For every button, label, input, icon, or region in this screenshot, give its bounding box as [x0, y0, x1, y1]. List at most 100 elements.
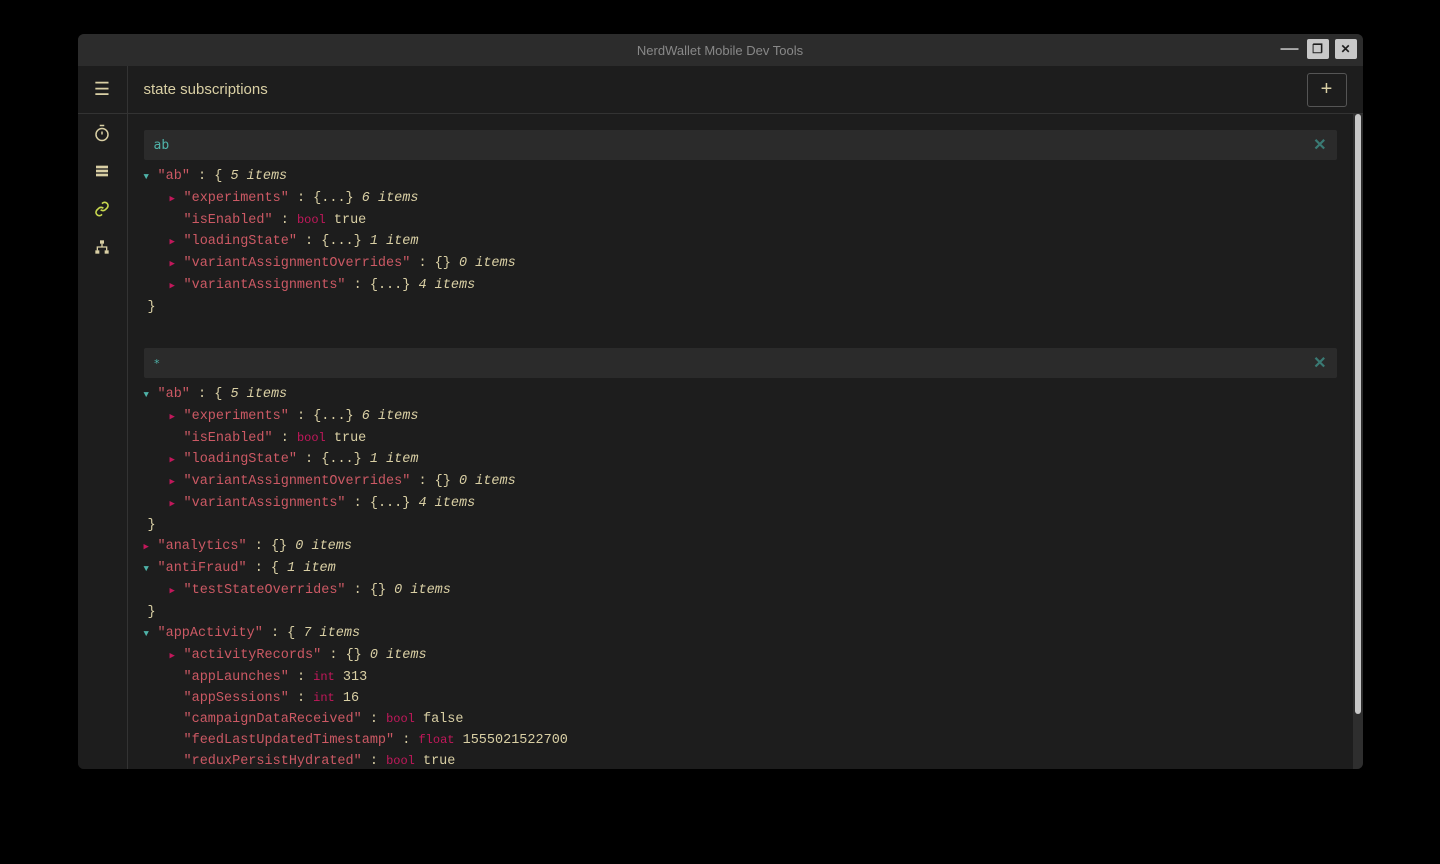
type-label: bool: [297, 431, 326, 445]
type-label: int: [313, 691, 335, 705]
caret-right-icon[interactable]: [144, 536, 158, 558]
tree-row[interactable]: "appLaunches" : int 313: [144, 667, 1337, 688]
close-icon[interactable]: ✕: [1313, 135, 1326, 155]
filter-bar: * ✕: [144, 348, 1337, 378]
key: "loadingState": [184, 452, 297, 467]
close-brace: }: [144, 602, 1337, 623]
key: "variantAssignmentOverrides": [184, 474, 411, 489]
caret-right-icon[interactable]: [170, 188, 184, 210]
link-icon[interactable]: [78, 190, 128, 228]
subscription-section: * ✕ "ab" : { 5 items"experiments" : {...…: [144, 348, 1337, 769]
scroll-area[interactable]: ab ✕ "ab" : { 5 items "experiments" : {.…: [128, 114, 1353, 769]
key: "feedLastUpdatedTimestamp": [184, 733, 395, 748]
caret-right-icon[interactable]: [170, 231, 184, 253]
filter-input[interactable]: ab: [154, 138, 170, 153]
subscription-section: ab ✕ "ab" : { 5 items "experiments" : {.…: [144, 130, 1337, 318]
item-count: 0 items: [459, 474, 516, 489]
key: "variantAssignmentOverrides": [184, 256, 411, 271]
collapsed-obj: {...}: [313, 409, 354, 424]
tree-row[interactable]: "variantAssignments" : {...} 4 items: [144, 275, 1337, 297]
item-count: 0 items: [459, 256, 516, 271]
value: true: [423, 754, 455, 769]
value: 16: [343, 691, 359, 706]
item-count: 6 items: [362, 409, 419, 424]
tree-row[interactable]: "reduxPersistHydrated" : bool true: [144, 751, 1337, 769]
caret-down-icon[interactable]: [144, 558, 158, 580]
collapsed-obj: {}: [435, 256, 451, 271]
caret-down-icon[interactable]: [144, 384, 158, 406]
content-area: ab ✕ "ab" : { 5 items "experiments" : {.…: [128, 114, 1363, 769]
caret-right-icon[interactable]: [170, 275, 184, 297]
caret-right-icon[interactable]: [170, 580, 184, 602]
value: false: [423, 712, 464, 727]
sitemap-icon[interactable]: [78, 228, 128, 266]
caret-right-icon[interactable]: [170, 645, 184, 667]
collapsed-obj: {}: [370, 583, 386, 598]
item-count: 1 item: [370, 234, 419, 249]
caret-right-icon[interactable]: [170, 406, 184, 428]
scrollbar-thumb[interactable]: [1355, 114, 1361, 714]
caret-down-icon[interactable]: [144, 166, 158, 188]
tree-root[interactable]: "ab" : { 5 items: [144, 384, 1337, 406]
tree-root[interactable]: "antiFraud" : { 1 item: [144, 558, 1337, 580]
key: "isEnabled": [184, 213, 273, 228]
menu-icon[interactable]: ☰: [78, 66, 128, 114]
item-count: 6 items: [362, 191, 419, 206]
tree-row[interactable]: "loadingState" : {...} 1 item: [144, 449, 1337, 471]
value: true: [334, 213, 366, 228]
key: "appLaunches": [184, 670, 289, 685]
tree-row[interactable]: "testStateOverrides" : {} 0 items: [144, 580, 1337, 602]
close-brace: }: [144, 515, 1337, 536]
minimize-button[interactable]: —: [1279, 39, 1301, 59]
close-window-button[interactable]: ✕: [1335, 39, 1357, 59]
collapsed-obj: {...}: [321, 234, 362, 249]
tree-row[interactable]: "feedLastUpdatedTimestamp" : float 15550…: [144, 730, 1337, 751]
caret-down-icon[interactable]: [144, 623, 158, 645]
caret-right-icon[interactable]: [170, 449, 184, 471]
tree-row[interactable]: "isEnabled" : bool true: [144, 428, 1337, 449]
stopwatch-icon[interactable]: [78, 114, 128, 152]
tree-row[interactable]: "variantAssignmentOverrides" : {} 0 item…: [144, 471, 1337, 493]
list-icon[interactable]: [78, 152, 128, 190]
tree-row[interactable]: "experiments" : {...} 6 items: [144, 406, 1337, 428]
tree-root[interactable]: "ab" : { 5 items: [144, 166, 1337, 188]
item-count: 5 items: [230, 387, 287, 402]
collapsed-obj: {...}: [321, 452, 362, 467]
tree-row[interactable]: "experiments" : {...} 6 items: [144, 188, 1337, 210]
collapsed-obj: {...}: [370, 496, 411, 511]
tree-row[interactable]: "activityRecords" : {} 0 items: [144, 645, 1337, 667]
collapsed-obj: {}: [271, 539, 287, 554]
scrollbar[interactable]: [1353, 114, 1363, 769]
app-body: ☰ state subscriptions +: [78, 66, 1363, 769]
tree-row[interactable]: "loadingState" : {...} 1 item: [144, 231, 1337, 253]
filter-input[interactable]: *: [154, 357, 161, 370]
item-count: 0 items: [394, 583, 451, 598]
tree-row[interactable]: "campaignDataReceived" : bool false: [144, 709, 1337, 730]
collapsed-obj: {...}: [313, 191, 354, 206]
collapsed-obj: {}: [346, 648, 362, 663]
caret-right-icon[interactable]: [170, 471, 184, 493]
item-count: 1 item: [370, 452, 419, 467]
tree-row[interactable]: "variantAssignments" : {...} 4 items: [144, 493, 1337, 515]
tree-row[interactable]: "variantAssignmentOverrides" : {} 0 item…: [144, 253, 1337, 275]
close-brace: }: [144, 297, 1337, 318]
maximize-button[interactable]: ❐: [1307, 39, 1329, 59]
json-tree: "ab" : { 5 items "experiments" : {...} 6…: [144, 166, 1337, 318]
key: "loadingState": [184, 234, 297, 249]
key: "appActivity": [158, 626, 263, 641]
add-button[interactable]: +: [1307, 73, 1347, 107]
tree-root[interactable]: "analytics" : {} 0 items: [144, 536, 1337, 558]
value: true: [334, 431, 366, 446]
item-count: 0 items: [295, 539, 352, 554]
key: "antiFraud": [158, 561, 247, 576]
tree-row[interactable]: "isEnabled" : bool true: [144, 210, 1337, 231]
collapsed-obj: {}: [435, 474, 451, 489]
close-icon[interactable]: ✕: [1313, 353, 1326, 373]
page-title: state subscriptions: [144, 81, 268, 98]
caret-right-icon[interactable]: [170, 493, 184, 515]
header: state subscriptions +: [128, 66, 1363, 114]
caret-right-icon[interactable]: [170, 253, 184, 275]
tree-row[interactable]: "appSessions" : int 16: [144, 688, 1337, 709]
tree-root[interactable]: "appActivity" : { 7 items: [144, 623, 1337, 645]
key: "reduxPersistHydrated": [184, 754, 362, 769]
